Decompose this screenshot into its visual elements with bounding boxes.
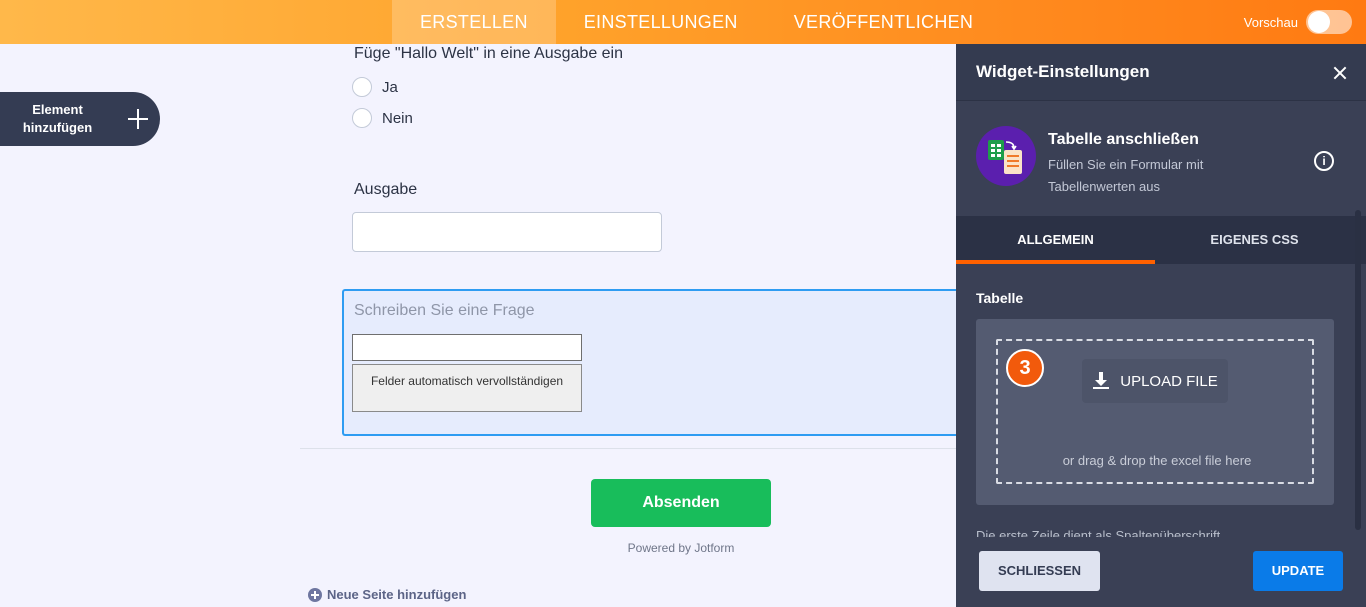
close-button[interactable]: SCHLIESSEN xyxy=(979,551,1100,591)
plus-circle-icon xyxy=(308,587,322,602)
add-element-label: Element hinzufügen xyxy=(22,102,93,135)
tab-erstellen[interactable]: ERSTELLEN xyxy=(392,0,556,44)
tab-eigenes-css[interactable]: EIGENES CSS xyxy=(1155,216,1354,264)
update-button[interactable]: UPDATE xyxy=(1253,551,1343,591)
drag-hint: or drag & drop the excel file here xyxy=(1062,453,1252,468)
drop-zone[interactable]: 3 UPLOAD FILE or drag & drop the excel f… xyxy=(996,339,1314,484)
widget-input[interactable] xyxy=(352,334,582,361)
upload-area: 3 UPLOAD FILE or drag & drop the excel f… xyxy=(976,319,1334,505)
panel-scrollbar[interactable] xyxy=(1355,210,1361,530)
upload-file-button[interactable]: UPLOAD FILE xyxy=(1082,359,1228,403)
add-new-page-link[interactable]: Neue Seite hinzufügen xyxy=(308,587,466,602)
widget-description: Füllen Sie ein Formular mit Tabellenwert… xyxy=(1048,157,1204,194)
question-title: Füge "Hallo Welt" in eine Ausgabe ein xyxy=(354,45,624,62)
widget-name: Tabelle anschließen xyxy=(1048,131,1199,148)
widget-settings-panel: Widget-Einstellungen Tabelle anschließen… xyxy=(956,44,1366,607)
widget-info: Tabelle anschließen Füllen Sie ein Formu… xyxy=(976,126,1346,194)
selected-question[interactable]: Schreiben Sie eine Frage Felder automati… xyxy=(342,289,962,436)
submit-button[interactable]: Absenden xyxy=(591,479,771,527)
tab-einstellungen[interactable]: EINSTELLUNGEN xyxy=(556,0,766,44)
tab-veroeffentlichen[interactable]: VERÖFFENTLICHEN xyxy=(766,0,1002,44)
radio-label: Nein xyxy=(382,109,413,127)
close-icon[interactable] xyxy=(1330,63,1350,83)
radio-option-nein[interactable]: Nein xyxy=(352,108,413,128)
panel-tabs: ALLGEMEIN EIGENES CSS xyxy=(956,216,1366,264)
download-icon xyxy=(1092,372,1110,390)
radio-button[interactable] xyxy=(352,77,372,97)
panel-footer: SCHLIESSEN UPDATE xyxy=(956,537,1366,607)
radio-option-ja[interactable]: Ja xyxy=(352,77,398,97)
preview-control: Vorschau xyxy=(1244,10,1352,34)
panel-header: Widget-Einstellungen xyxy=(956,44,1366,101)
output-field[interactable] xyxy=(352,212,662,252)
plus-icon xyxy=(125,106,151,132)
powered-by: Powered by Jotform xyxy=(627,541,735,555)
question-placeholder[interactable]: Schreiben Sie eine Frage xyxy=(354,302,535,320)
new-page-label: Neue Seite hinzufügen xyxy=(327,587,467,602)
divider xyxy=(300,448,956,449)
output-label: Ausgabe xyxy=(354,181,418,198)
step-badge: 3 xyxy=(1006,349,1044,387)
preview-toggle[interactable] xyxy=(1306,10,1352,34)
form-canvas: Füge "Hallo Welt" in eine Ausgabe ein Ja… xyxy=(300,44,962,607)
tab-allgemein[interactable]: ALLGEMEIN xyxy=(956,216,1155,264)
toggle-knob xyxy=(1308,11,1330,33)
preview-label: Vorschau xyxy=(1243,14,1298,30)
radio-button[interactable] xyxy=(352,108,372,128)
radio-label: Ja xyxy=(382,78,398,96)
add-element-button[interactable]: Element hinzufügen xyxy=(0,92,160,146)
spreadsheet-icon xyxy=(976,126,1036,186)
top-bar: ERSTELLEN EINSTELLUNGEN VERÖFFENTLICHEN … xyxy=(0,0,1366,44)
row-note: Die erste Zeile dient als Spaltenübersch… xyxy=(976,528,1221,537)
autofill-button[interactable]: Felder automatisch vervollständigen xyxy=(352,364,582,412)
info-icon[interactable]: i xyxy=(1314,151,1334,171)
top-nav: ERSTELLEN EINSTELLUNGEN VERÖFFENTLICHEN xyxy=(392,0,1001,44)
panel-title: Widget-Einstellungen xyxy=(976,62,1150,81)
section-label: Tabelle xyxy=(976,290,1024,306)
upload-label: UPLOAD FILE xyxy=(1120,372,1218,390)
